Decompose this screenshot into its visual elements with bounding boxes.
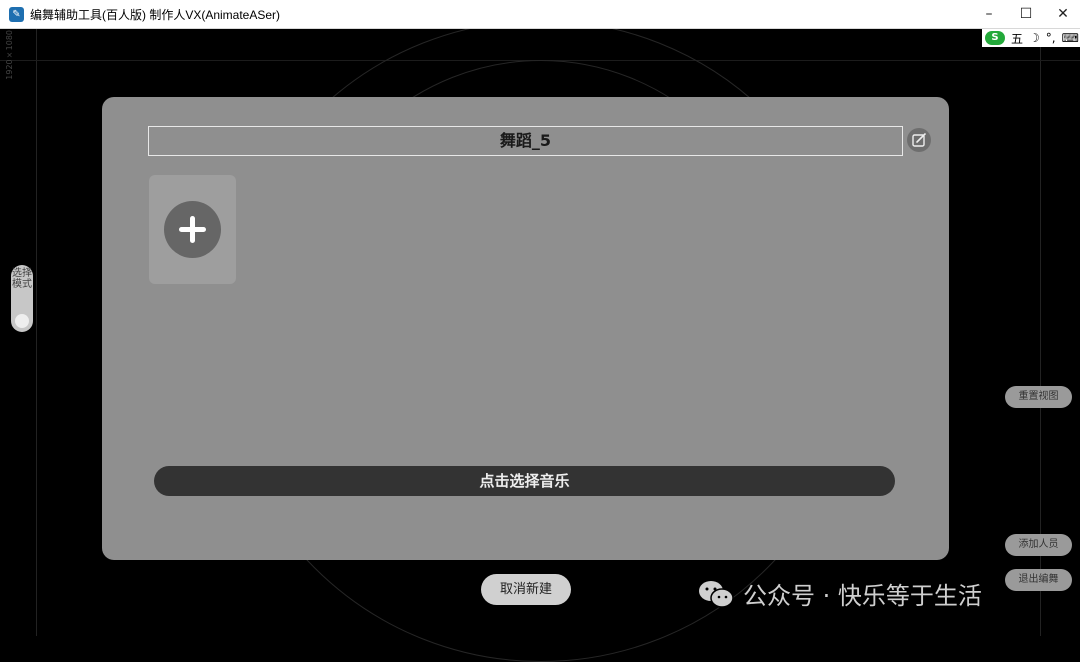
window-titlebar: ✎ 编舞辅助工具(百人版) 制作人VX(AnimateASer) – ☐ ✕ bbox=[0, 0, 1080, 29]
maximize-button[interactable]: ☐ bbox=[1007, 0, 1045, 28]
watermark-text: 公众号 · 快乐等于生活 bbox=[743, 582, 982, 610]
new-dance-dialog: 舞蹈_5 点击选择音乐 bbox=[102, 97, 949, 560]
sogou-logo-icon[interactable]: S bbox=[985, 31, 1005, 45]
keyboard-icon[interactable]: ⌨ bbox=[1062, 31, 1079, 45]
toggle-knob bbox=[15, 314, 29, 328]
dance-name-field[interactable]: 舞蹈_5 bbox=[148, 126, 903, 156]
app-icon: ✎ bbox=[9, 7, 24, 22]
ime-mode-label[interactable]: 五 bbox=[1011, 30, 1023, 47]
wechat-icon bbox=[699, 580, 734, 608]
add-member-button[interactable]: 添加人员 bbox=[1005, 534, 1072, 556]
moon-icon[interactable]: ☽ bbox=[1029, 31, 1040, 45]
punctuation-icon[interactable]: °, bbox=[1046, 31, 1056, 45]
add-formation-card[interactable] bbox=[149, 175, 236, 284]
edit-icon bbox=[912, 133, 926, 147]
selection-mode-toggle[interactable]: 选择模式 bbox=[11, 265, 33, 332]
ime-toolbar: S 五 ☽ °, ⌨ bbox=[982, 29, 1080, 47]
edit-name-button[interactable] bbox=[907, 128, 931, 152]
plus-icon bbox=[179, 216, 206, 243]
select-music-button[interactable]: 点击选择音乐 bbox=[154, 466, 895, 496]
exit-edit-button[interactable]: 退出编舞 bbox=[1005, 569, 1072, 591]
add-button[interactable] bbox=[164, 201, 221, 258]
selection-mode-label: 选择模式 bbox=[12, 268, 32, 290]
window-title: 编舞辅助工具(百人版) 制作人VX(AnimateASer) bbox=[30, 8, 281, 22]
minimize-button[interactable]: – bbox=[970, 0, 1008, 28]
close-button[interactable]: ✕ bbox=[1044, 0, 1080, 28]
stage-guide-line bbox=[36, 28, 37, 636]
stage-coordinate-label: 1920×1080 bbox=[5, 30, 14, 80]
watermark: 公众号 · 快乐等于生活 bbox=[697, 576, 982, 611]
reset-view-button[interactable]: 重置视图 bbox=[1005, 386, 1072, 408]
cancel-new-button[interactable]: 取消新建 bbox=[481, 574, 571, 605]
